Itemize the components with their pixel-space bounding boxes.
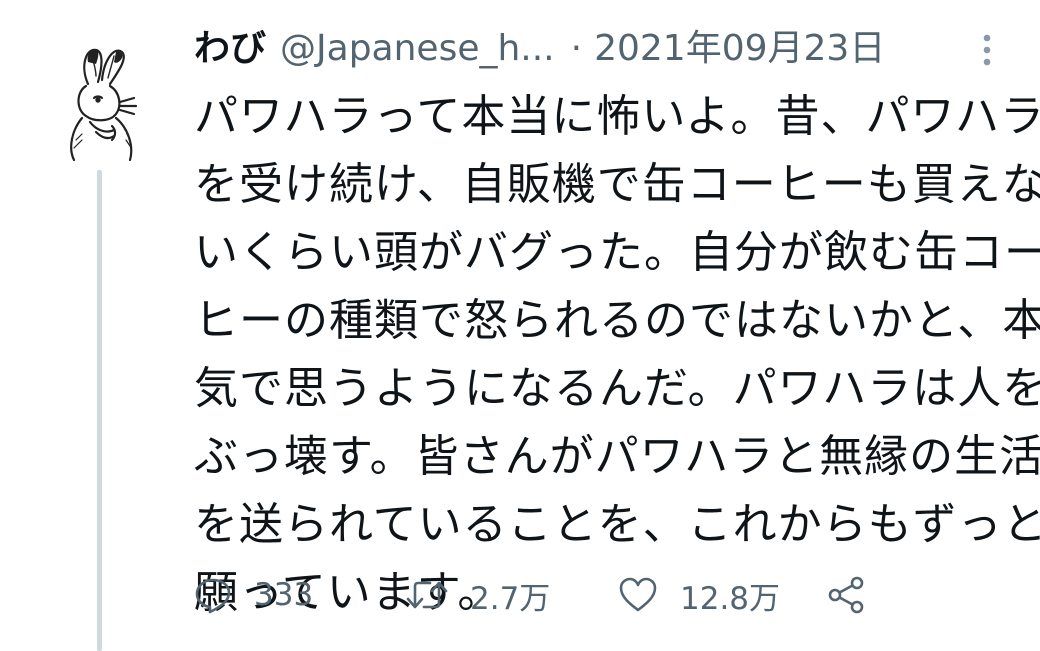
heart-icon <box>619 577 657 612</box>
tweet-text-line: ぶっ壊す。皆さんがパワハラと無縁の生活 <box>194 431 1040 482</box>
reply-icon <box>195 578 231 614</box>
author-display-name[interactable]: わび <box>194 24 266 74</box>
share-button[interactable] <box>826 570 866 620</box>
retweet-count: 2.7万 <box>470 580 551 617</box>
more-vertical-icon <box>983 34 991 66</box>
share-icon <box>828 576 864 614</box>
like-button[interactable]: 12.8万 <box>618 570 780 620</box>
tweet-text-line: ヒーの種類で怒られるのではないかと、本 <box>194 295 1040 346</box>
tweet-text-line: パワハラって本当に怖いよ。昔、パワハラ <box>194 91 1040 142</box>
tweet-text-line: 気で思うようになるんだ。パワハラは人を <box>194 363 1040 414</box>
like-count: 12.8万 <box>680 580 781 617</box>
separator-dot: · <box>570 28 583 69</box>
rabbit-avatar-icon <box>70 48 138 162</box>
avatar[interactable] <box>50 36 150 166</box>
author-handle[interactable]: @Japanese_h... <box>280 24 555 74</box>
retweet-button[interactable]: 2.7万 <box>406 570 550 620</box>
tweet-text: パワハラって本当に怖いよ。昔、パワハラ を受け続け、自販機で缶コーヒーも買えな … <box>194 83 1040 627</box>
tweet-header: わび @Japanese_h... · 2021年09月23日 <box>194 24 885 74</box>
more-button[interactable] <box>972 30 1002 70</box>
tweet-date[interactable]: 2021年09月23日 <box>594 24 885 74</box>
reply-count: 333 <box>254 577 314 613</box>
tweet: わび @Japanese_h... · 2021年09月23日 パワハラって本当… <box>0 0 1040 651</box>
reply-button[interactable]: 333 <box>194 570 313 620</box>
tweet-text-line: を受け続け、自販機で缶コーヒーも買えな <box>194 159 1040 210</box>
thread-line <box>97 170 102 651</box>
tweet-text-line: いくらい頭がバグった。自分が飲む缶コー <box>194 227 1040 278</box>
tweet-text-line: を送られていることを、これからもずっと <box>194 499 1040 550</box>
action-bar: 333 2.7万 12.8万 <box>194 570 894 620</box>
retweet-icon <box>406 581 448 609</box>
